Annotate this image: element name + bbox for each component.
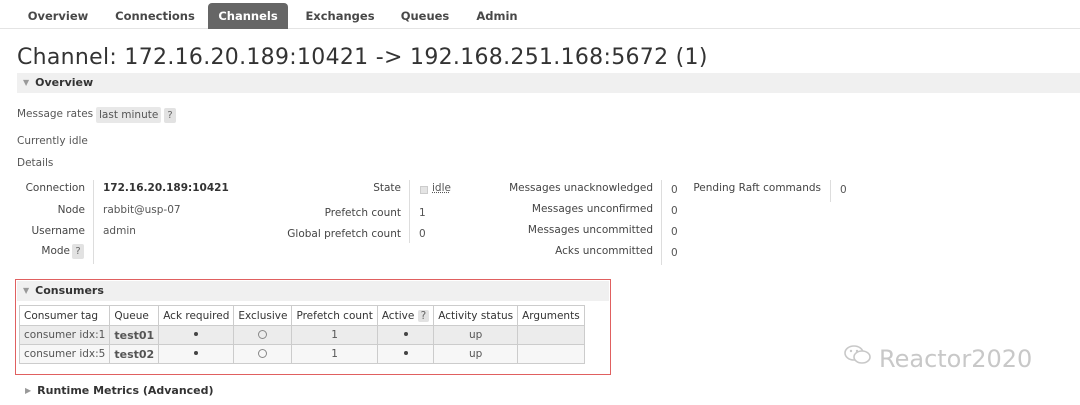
wechat-icon — [843, 343, 873, 373]
col-activity-status: Activity status — [433, 305, 519, 326]
col-prefetch-count: Prefetch count — [291, 305, 378, 326]
runtime-metrics-header: Runtime Metrics (Advanced) — [37, 384, 214, 397]
col-active: Active ? — [376, 305, 435, 326]
unacked-value: 0 — [671, 184, 678, 196]
acks-uncommitted-label: Acks uncommitted — [555, 245, 653, 257]
uncommitted-label: Messages uncommitted — [527, 224, 653, 236]
page-title: Channel: 172.16.20.189:10421 -> 192.168.… — [17, 45, 708, 70]
status-cell: up — [433, 325, 519, 345]
username-value: admin — [103, 225, 136, 237]
unacked-label: Messages unacknowledged — [509, 182, 653, 194]
active-cell — [376, 344, 435, 364]
consumers-table: Consumer tag Queue Ack required Exclusiv… — [18, 305, 585, 364]
global-prefetch-label: Global prefetch count — [287, 228, 401, 240]
col-ack-required: Ack required — [158, 305, 235, 326]
details-divider — [93, 180, 94, 264]
ack-required-cell — [158, 325, 235, 345]
unconfirmed-label: Messages unconfirmed — [531, 203, 653, 215]
mode-help[interactable]: ? — [72, 244, 84, 259]
username-label: Username — [31, 225, 85, 237]
active-help[interactable]: ? — [417, 309, 430, 322]
idle-state-icon — [420, 186, 428, 194]
global-prefetch-value: 0 — [419, 228, 426, 240]
active-cell — [376, 325, 435, 345]
node-value: rabbit@usp-07 — [103, 204, 181, 216]
consumer-tag-cell: consumer idx:1 — [18, 325, 111, 345]
exclusive-cell — [233, 325, 293, 345]
col-queue: Queue — [109, 305, 160, 326]
no-circle-icon — [258, 349, 268, 358]
details-label: Details — [17, 157, 54, 169]
uncommitted-value: 0 — [671, 226, 678, 238]
state-value: idle — [432, 182, 451, 194]
mode-label: Mode — [41, 245, 70, 257]
tab-queues[interactable]: Queues — [392, 3, 458, 29]
prefetch-count-value: 1 — [419, 207, 426, 219]
details-divider — [661, 180, 662, 265]
prefetch-count-label: Prefetch count — [324, 207, 401, 219]
consumers-header: Consumers — [35, 284, 104, 297]
exclusive-cell — [233, 344, 293, 364]
top-nav: Overview Connections Channels Exchanges … — [0, 0, 1080, 29]
message-rates-help[interactable]: ? — [164, 108, 176, 123]
col-consumer-tag: Consumer tag — [18, 305, 111, 326]
consumer-tag-cell: consumer idx:5 — [18, 344, 111, 364]
acks-uncommitted-value: 0 — [671, 247, 678, 259]
collapse-triangle-icon: ▼ — [23, 78, 30, 87]
tab-admin[interactable]: Admin — [468, 3, 526, 29]
tab-overview[interactable]: Overview — [18, 3, 98, 29]
unconfirmed-value: 0 — [671, 205, 678, 217]
message-rates-label: Message rates — [17, 108, 94, 120]
col-arguments: Arguments — [517, 305, 585, 326]
watermark-text: Reactor2020 — [879, 345, 1033, 373]
col-exclusive: Exclusive — [233, 305, 293, 326]
arguments-cell — [517, 325, 585, 345]
table-row: consumer idx:1 test01 1 up — [18, 325, 585, 345]
message-rates-select[interactable]: last minute — [96, 107, 162, 123]
connection-value[interactable]: 172.16.20.189:10421 — [103, 182, 229, 194]
yes-dot-icon — [403, 351, 408, 355]
state-label: State — [373, 182, 401, 194]
tab-channels[interactable]: Channels — [208, 3, 288, 29]
watermark: Reactor2020 — [843, 343, 1032, 373]
idle-text: Currently idle — [17, 135, 88, 147]
consumers-section-toggle[interactable]: ▼ Consumers — [17, 281, 609, 301]
queue-link[interactable]: test02 — [109, 344, 160, 364]
arguments-cell — [517, 344, 585, 364]
ack-required-cell — [158, 344, 235, 364]
collapse-triangle-icon: ▼ — [23, 286, 30, 295]
tab-connections[interactable]: Connections — [108, 3, 202, 29]
no-circle-icon — [258, 330, 268, 339]
raft-label: Pending Raft commands — [693, 182, 821, 194]
status-cell: up — [433, 344, 519, 364]
runtime-metrics-toggle[interactable]: ▶ Runtime Metrics (Advanced) — [19, 381, 214, 401]
expand-triangle-icon: ▶ — [25, 386, 32, 395]
raft-value: 0 — [840, 184, 847, 196]
col-active-label: Active — [381, 309, 415, 322]
node-label: Node — [57, 204, 85, 216]
details-divider — [409, 180, 410, 243]
yes-dot-icon — [194, 351, 199, 355]
connection-label: Connection — [25, 182, 85, 194]
tab-exchanges[interactable]: Exchanges — [296, 3, 384, 29]
overview-section-toggle[interactable]: ▼ Overview — [17, 73, 1080, 93]
prefetch-cell: 1 — [291, 325, 378, 345]
yes-dot-icon — [403, 332, 408, 336]
overview-header: Overview — [35, 76, 94, 89]
prefetch-cell: 1 — [291, 344, 378, 364]
yes-dot-icon — [194, 332, 199, 336]
queue-link[interactable]: test01 — [109, 325, 160, 345]
details-divider — [830, 180, 831, 202]
table-row: consumer idx:5 test02 1 up — [18, 344, 585, 364]
